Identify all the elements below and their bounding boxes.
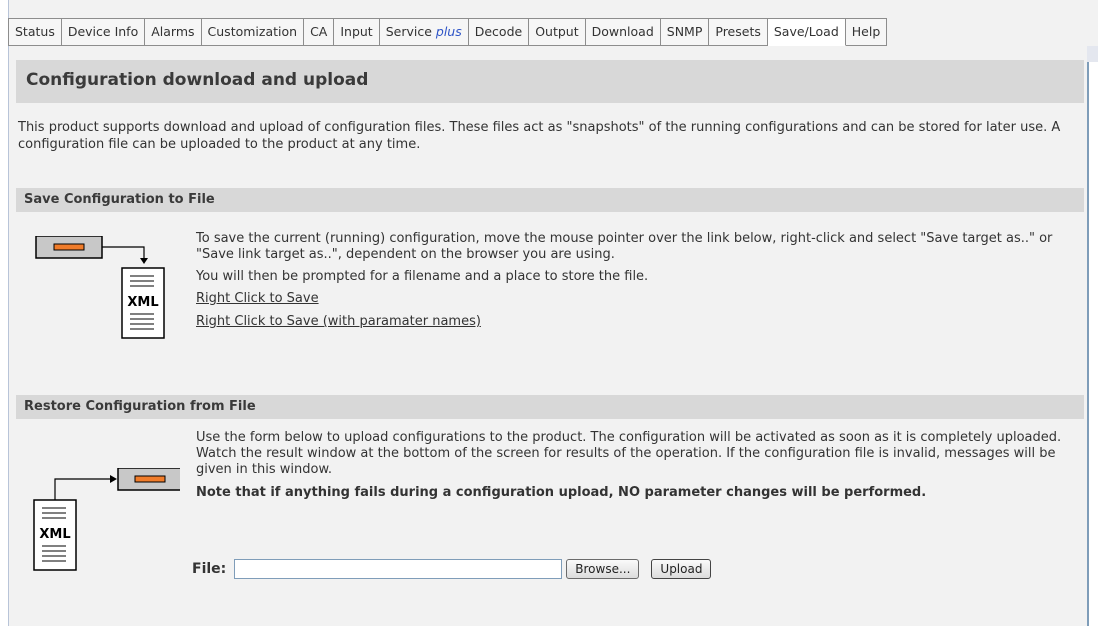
main-content: Configuration download and upload This p… <box>16 60 1084 579</box>
vertical-scrollbar[interactable] <box>1087 46 1098 626</box>
left-frame-border <box>0 0 9 626</box>
scrollbar-up-area[interactable] <box>1087 46 1098 62</box>
scrollbar-edge <box>1087 46 1089 626</box>
tab-customization[interactable]: Customization <box>201 18 305 46</box>
right-click-save-param-names-link[interactable]: Right Click to Save (with paramater name… <box>196 314 1076 330</box>
restore-section-heading: Restore Configuration from File <box>16 395 1084 419</box>
restore-instructions: Use the form below to upload configurati… <box>196 430 1062 477</box>
file-label: File: <box>192 561 227 577</box>
tab-device-info[interactable]: Device Info <box>61 18 146 46</box>
restore-section-body: Use the form below to upload configurati… <box>196 430 1076 507</box>
save-instructions: To save the current (running) configurat… <box>196 231 1053 262</box>
tab-download[interactable]: Download <box>585 18 661 46</box>
upload-button[interactable]: Upload <box>651 559 712 579</box>
tab-ca[interactable]: CA <box>304 18 335 46</box>
tab-service-plus[interactable]: Service plus <box>379 18 469 46</box>
tab-bar: Status Device Info Alarms Customization … <box>8 18 888 46</box>
save-prompt-note: You will then be prompted for a filename… <box>196 269 649 284</box>
save-section-heading: Save Configuration to File <box>16 188 1084 212</box>
restore-xml-label: XML <box>39 527 70 542</box>
upload-form: File: Browse... Upload <box>192 559 712 579</box>
page-title: Configuration download and upload <box>16 60 1084 103</box>
save-to-file-icon: XML <box>35 236 165 339</box>
tab-status[interactable]: Status <box>8 18 62 46</box>
tab-output[interactable]: Output <box>529 18 586 46</box>
tab-alarms[interactable]: Alarms <box>145 18 202 46</box>
save-section-body: To save the current (running) configurat… <box>196 231 1076 337</box>
tab-presets[interactable]: Presets <box>709 18 768 46</box>
browse-button[interactable]: Browse... <box>566 559 640 579</box>
intro-text: This product supports download and uploa… <box>18 120 1061 152</box>
tab-service-plus-suffix: plus <box>435 24 462 39</box>
save-xml-label: XML <box>127 295 158 310</box>
file-path-input[interactable] <box>234 559 563 579</box>
restore-warning-note: Note that if anything fails during a con… <box>196 485 927 500</box>
tab-decode[interactable]: Decode <box>468 18 530 46</box>
tab-input[interactable]: Input <box>334 18 380 46</box>
tab-service-label: Service <box>385 24 436 39</box>
tab-save-load[interactable]: Save/Load <box>767 18 846 46</box>
right-click-save-link[interactable]: Right Click to Save <box>196 291 1076 307</box>
tab-snmp[interactable]: SNMP <box>660 18 710 46</box>
tab-help[interactable]: Help <box>845 18 888 46</box>
restore-from-file-icon: XML <box>33 468 180 571</box>
